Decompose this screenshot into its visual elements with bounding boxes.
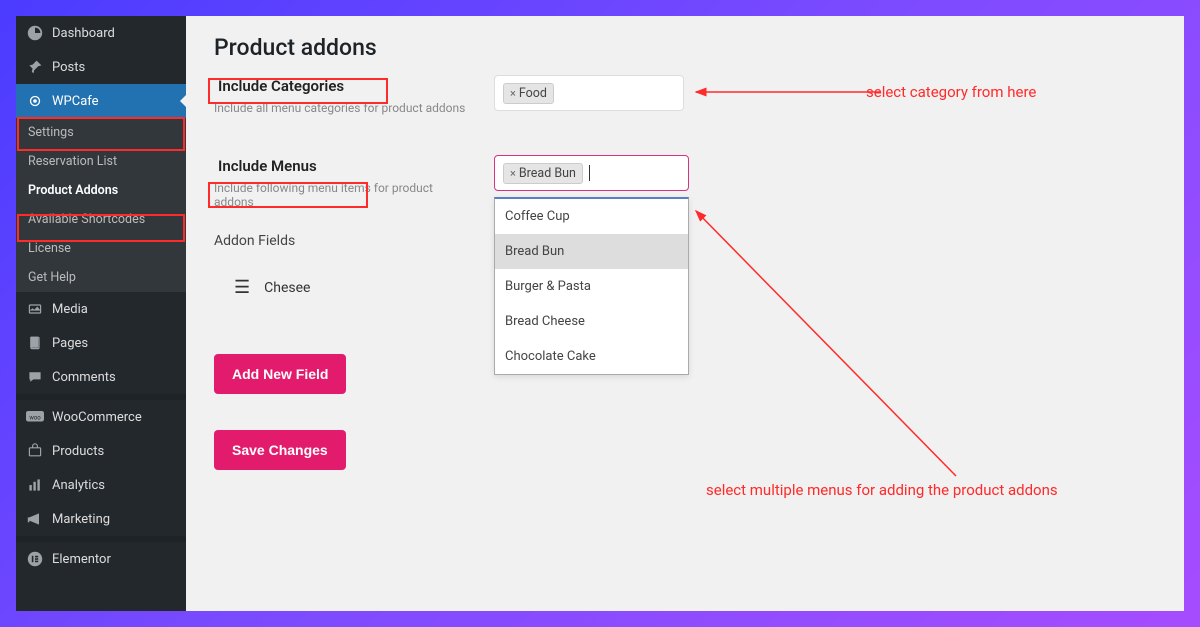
sidebar-item-pages[interactable]: Pages (16, 326, 186, 360)
pages-icon (26, 334, 44, 352)
main-content: Product addons Include Categories Includ… (186, 16, 1184, 611)
dashboard-icon (26, 24, 44, 42)
include-categories-desc: Include all menu categories for product … (214, 101, 474, 115)
sidebar-item-label: Posts (52, 60, 85, 75)
woocommerce-icon: woo (26, 408, 44, 426)
sidebar-item-elementor[interactable]: Elementor (16, 542, 186, 576)
category-tag[interactable]: × Food (503, 83, 554, 104)
media-icon (26, 300, 44, 318)
elementor-icon (26, 550, 44, 568)
admin-sidebar: Dashboard Posts WPCafe Settings Reservat… (16, 16, 186, 611)
sidebar-item-woocommerce[interactable]: woo WooCommerce (16, 400, 186, 434)
text-cursor (589, 165, 590, 181)
dropdown-option[interactable]: Coffee Cup (495, 199, 688, 234)
sidebar-item-analytics[interactable]: Analytics (16, 468, 186, 502)
sidebar-item-marketing[interactable]: Marketing (16, 502, 186, 536)
sidebar-sub-license[interactable]: License (16, 234, 186, 263)
dropdown-option[interactable]: Burger & Pasta (495, 269, 688, 304)
include-menus-select[interactable]: × Bread Bun (494, 155, 689, 191)
annotation-menu-text: select multiple menus for adding the pro… (706, 481, 1058, 499)
sidebar-item-label: Media (52, 302, 88, 317)
sidebar-item-comments[interactable]: Comments (16, 360, 186, 394)
menus-dropdown: Coffee Cup Bread Bun Burger & Pasta Brea… (494, 197, 689, 375)
sidebar-sub-product-addons[interactable]: Product Addons (16, 176, 186, 205)
sidebar-item-label: WooCommerce (52, 410, 142, 425)
sidebar-sub-settings[interactable]: Settings (16, 118, 186, 147)
analytics-icon (26, 476, 44, 494)
include-menus-label: Include Menus (214, 155, 321, 177)
menu-tag[interactable]: × Bread Bun (503, 163, 583, 184)
sidebar-item-wpcafe[interactable]: WPCafe (16, 84, 186, 118)
save-changes-button[interactable]: Save Changes (214, 430, 346, 470)
sidebar-item-label: WPCafe (52, 94, 99, 109)
sidebar-item-label: Marketing (52, 512, 110, 527)
addon-field-name: Chesee (264, 280, 310, 296)
add-new-field-button[interactable]: Add New Field (214, 354, 346, 394)
sidebar-submenu: Settings Reservation List Product Addons… (16, 118, 186, 292)
sidebar-item-media[interactable]: Media (16, 292, 186, 326)
sidebar-item-label: Pages (52, 336, 88, 351)
products-icon (26, 442, 44, 460)
tag-text: Food (519, 86, 547, 101)
dropdown-option[interactable]: Bread Cheese (495, 304, 688, 339)
comments-icon (26, 368, 44, 386)
include-menus-desc: Include following menu items for product… (214, 181, 474, 209)
sidebar-sub-reservation[interactable]: Reservation List (16, 147, 186, 176)
page-title: Product addons (214, 34, 1156, 61)
sidebar-sub-gethelp[interactable]: Get Help (16, 263, 186, 292)
dropdown-option[interactable]: Bread Bun (495, 234, 688, 269)
sidebar-item-dashboard[interactable]: Dashboard (16, 16, 186, 50)
sidebar-item-label: Analytics (52, 478, 105, 493)
remove-tag-icon[interactable]: × (510, 167, 516, 180)
annotation-category-text: select category from here (866, 83, 1036, 101)
drag-handle-icon[interactable]: ☰ (234, 277, 250, 298)
include-categories-label: Include Categories (214, 75, 348, 97)
sidebar-item-posts[interactable]: Posts (16, 50, 186, 84)
wpcafe-icon (26, 92, 44, 110)
sidebar-item-label: Dashboard (52, 26, 115, 41)
sidebar-sub-shortcodes[interactable]: Available Shortcodes (16, 205, 186, 234)
tag-text: Bread Bun (519, 166, 576, 181)
svg-text:woo: woo (29, 414, 41, 421)
include-categories-select[interactable]: × Food (494, 75, 684, 111)
sidebar-item-products[interactable]: Products (16, 434, 186, 468)
dropdown-option[interactable]: Chocolate Cake (495, 339, 688, 374)
marketing-icon (26, 510, 44, 528)
sidebar-item-label: Elementor (52, 552, 111, 567)
remove-tag-icon[interactable]: × (510, 87, 516, 100)
sidebar-item-label: Products (52, 444, 104, 459)
pin-icon (26, 58, 44, 76)
sidebar-item-label: Comments (52, 370, 116, 385)
field-include-menus: Include Menus Include following menu ite… (214, 155, 1156, 209)
